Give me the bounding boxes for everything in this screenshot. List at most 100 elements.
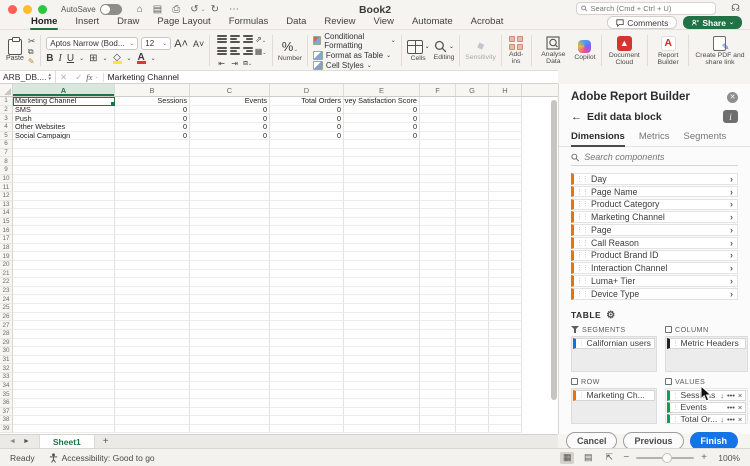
cell-e24[interactable] bbox=[344, 295, 420, 304]
cell-g34[interactable] bbox=[456, 381, 489, 391]
cell-d32[interactable] bbox=[270, 364, 344, 373]
cell-b12[interactable] bbox=[115, 191, 190, 201]
chip-events[interactable]: ⋮ Events ••• × bbox=[666, 401, 747, 413]
cell-d14[interactable] bbox=[270, 209, 344, 218]
cell-b3[interactable]: 0 bbox=[115, 114, 190, 123]
component-search-input[interactable] bbox=[584, 152, 738, 162]
number-format-button[interactable]: %⌄ bbox=[282, 39, 299, 54]
cell-f6[interactable] bbox=[420, 140, 456, 149]
cell-d6[interactable] bbox=[270, 140, 344, 149]
cell-h5[interactable] bbox=[489, 131, 522, 141]
cell-f31[interactable] bbox=[420, 355, 456, 365]
align-center-icon[interactable] bbox=[229, 46, 240, 56]
normal-view-button[interactable]: ▦ bbox=[560, 451, 575, 464]
cell-f10[interactable] bbox=[420, 174, 456, 184]
cell-b9[interactable] bbox=[115, 166, 190, 175]
cell-g16[interactable] bbox=[456, 226, 489, 235]
dimension-item-call-reason[interactable]: ⋮⋮ Call Reason › bbox=[571, 236, 738, 249]
cell-c10[interactable] bbox=[190, 174, 270, 184]
cell-e7[interactable] bbox=[344, 148, 420, 158]
cell-a19[interactable] bbox=[13, 252, 115, 261]
cell-b35[interactable] bbox=[115, 390, 190, 399]
cell-a39[interactable] bbox=[13, 424, 115, 434]
cell-f16[interactable] bbox=[420, 226, 456, 235]
cell-c13[interactable] bbox=[190, 200, 270, 210]
cell-h23[interactable] bbox=[489, 286, 522, 296]
cell-h16[interactable] bbox=[489, 226, 522, 235]
panel-tab-segments[interactable]: Segments bbox=[683, 129, 726, 146]
cell-b10[interactable] bbox=[115, 174, 190, 184]
cell-g24[interactable] bbox=[456, 295, 489, 304]
cell-h33[interactable] bbox=[489, 373, 522, 382]
select-all-corner[interactable] bbox=[0, 84, 13, 96]
underline-button[interactable]: U bbox=[67, 53, 74, 64]
dimension-item-page-name[interactable]: ⋮⋮ Page Name › bbox=[571, 185, 738, 198]
cell-a30[interactable] bbox=[13, 347, 115, 356]
panel-close-icon[interactable]: ✕ bbox=[727, 91, 738, 103]
row-header-34[interactable]: 34 bbox=[0, 381, 13, 391]
cell-d28[interactable] bbox=[270, 329, 344, 339]
cell-g35[interactable] bbox=[456, 390, 489, 399]
row-header-2[interactable]: 2 bbox=[0, 105, 13, 115]
document-cloud-button[interactable]: ▲ Document Cloud bbox=[606, 33, 642, 68]
decrease-font-icon[interactable]: A˅ bbox=[193, 39, 204, 49]
cell-c38[interactable] bbox=[190, 416, 270, 425]
more-options-icon[interactable]: ••• bbox=[727, 415, 735, 423]
cell-d1[interactable]: Total Orders bbox=[270, 97, 344, 106]
column-dropzone[interactable]: ⋮ Metric Headers bbox=[664, 335, 749, 372]
cell-b28[interactable] bbox=[115, 329, 190, 339]
row-header-13[interactable]: 13 bbox=[0, 200, 13, 210]
search-box[interactable] bbox=[576, 2, 716, 15]
row-header-35[interactable]: 35 bbox=[0, 390, 13, 399]
cell-a6[interactable] bbox=[13, 140, 115, 149]
cell-b19[interactable] bbox=[115, 252, 190, 261]
cell-c11[interactable] bbox=[190, 183, 270, 192]
name-box[interactable]: ARB_DB.... ▲ ▼ bbox=[0, 71, 56, 83]
row-header-8[interactable]: 8 bbox=[0, 157, 13, 166]
cell-b37[interactable] bbox=[115, 407, 190, 417]
cells-group[interactable]: ⌄ Cells bbox=[406, 33, 430, 68]
cell-g27[interactable] bbox=[456, 321, 489, 330]
chevron-right-icon[interactable]: › bbox=[730, 263, 733, 273]
cell-h21[interactable] bbox=[489, 269, 522, 279]
cell-a33[interactable] bbox=[13, 373, 115, 382]
orientation-icon[interactable]: ⇗⌄ bbox=[255, 35, 266, 44]
cell-a5[interactable]: Social Campaign bbox=[13, 131, 115, 141]
cell-d2[interactable]: 0 bbox=[270, 105, 344, 115]
row-header-33[interactable]: 33 bbox=[0, 373, 13, 382]
dimension-item-page[interactable]: ⋮⋮ Page › bbox=[571, 224, 738, 236]
cell-c25[interactable] bbox=[190, 304, 270, 313]
column-header-e[interactable]: E bbox=[344, 84, 420, 96]
cell-d10[interactable] bbox=[270, 174, 344, 184]
cell-c39[interactable] bbox=[190, 424, 270, 434]
cell-b34[interactable] bbox=[115, 381, 190, 391]
cell-c20[interactable] bbox=[190, 260, 270, 270]
cell-d36[interactable] bbox=[270, 398, 344, 408]
sort-down-icon[interactable]: ↓ bbox=[720, 391, 724, 400]
cell-d15[interactable] bbox=[270, 217, 344, 227]
cell-a14[interactable] bbox=[13, 209, 115, 218]
cell-b21[interactable] bbox=[115, 269, 190, 279]
row-header-25[interactable]: 25 bbox=[0, 304, 13, 313]
tab-formulas[interactable]: Formulas bbox=[220, 16, 278, 30]
cell-f32[interactable] bbox=[420, 364, 456, 373]
cell-e4[interactable]: 0 bbox=[344, 122, 420, 132]
cell-b25[interactable] bbox=[115, 304, 190, 313]
more-commands-icon[interactable]: ⋯ bbox=[229, 4, 239, 16]
cell-g7[interactable] bbox=[456, 148, 489, 158]
cell-d21[interactable] bbox=[270, 269, 344, 279]
sort-down-icon[interactable]: ↓ bbox=[720, 415, 724, 423]
cell-h37[interactable] bbox=[489, 407, 522, 417]
analyse-data-button[interactable]: Analyse Data bbox=[536, 33, 570, 68]
cell-e21[interactable] bbox=[344, 269, 420, 279]
cell-b24[interactable] bbox=[115, 295, 190, 304]
cell-e16[interactable] bbox=[344, 226, 420, 235]
cell-h22[interactable] bbox=[489, 278, 522, 287]
cell-b33[interactable] bbox=[115, 373, 190, 382]
cell-h13[interactable] bbox=[489, 200, 522, 210]
cell-c6[interactable] bbox=[190, 140, 270, 149]
cancel-entry-icon[interactable]: ✕ bbox=[60, 72, 67, 83]
cell-b13[interactable] bbox=[115, 200, 190, 210]
cell-f20[interactable] bbox=[420, 260, 456, 270]
cell-c34[interactable] bbox=[190, 381, 270, 391]
